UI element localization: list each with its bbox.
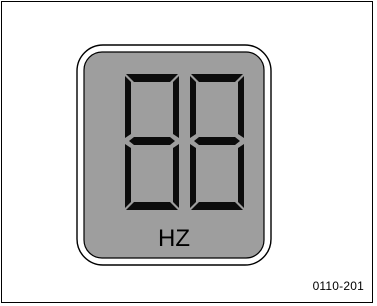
segment-c <box>238 144 244 208</box>
segment-b <box>238 76 244 138</box>
unit-label: HZ <box>158 225 190 252</box>
segment-a <box>191 74 243 82</box>
segment-b <box>173 76 179 138</box>
segment-d <box>126 202 178 210</box>
segment-e <box>190 144 196 208</box>
segment-e <box>125 144 131 208</box>
lcd-display: HZ <box>76 44 272 266</box>
figure-code: 0110-201 <box>312 279 364 293</box>
segment-g <box>194 137 240 145</box>
segment-f <box>125 76 131 138</box>
segment-f <box>190 76 196 138</box>
segment-a <box>126 74 178 82</box>
figure-frame: HZ 0110-201 <box>1 1 373 303</box>
segment-g <box>129 137 175 145</box>
segment-c <box>173 144 179 208</box>
segment-d <box>191 202 243 210</box>
